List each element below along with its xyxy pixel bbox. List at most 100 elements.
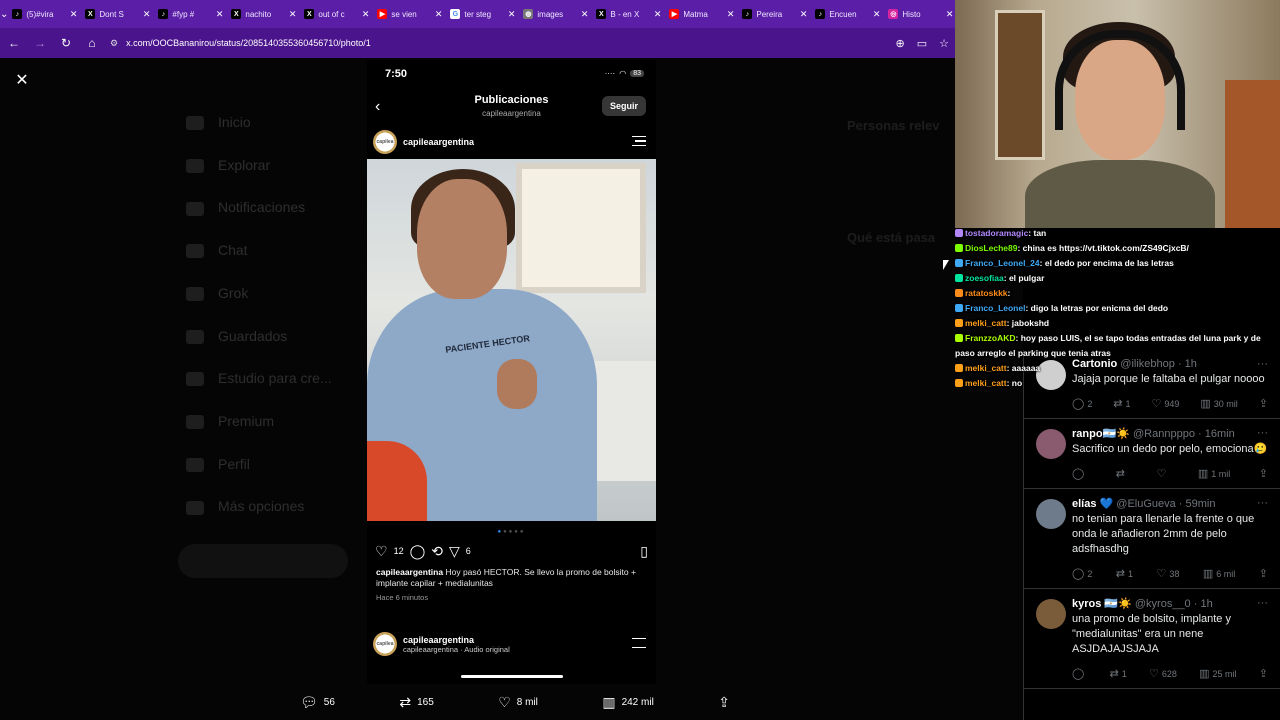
chat-message: china es https://vt.tiktok.com/ZS49CjxcB… [1022,243,1189,253]
ig-next-post-account: capilea capileaargentina capileaargentin… [373,632,510,656]
background-nav-item: Grok [186,284,249,302]
browser-tab[interactable]: ▶ se vien ✕ [373,3,446,25]
reply-item[interactable]: kyros 🇦🇷☀️ @kyros__0 · 1h ··· una promo … [1024,589,1280,689]
share-icon: ⇪ [1258,468,1268,480]
reply-views-button[interactable]: ▥ 30 mil [1200,397,1237,410]
tab-close-icon[interactable]: ✕ [70,9,78,20]
reply-repost-button[interactable]: ⇄ 1 [1110,667,1127,680]
reply-share-button[interactable]: ⇪ [1259,467,1268,480]
reply-repost-button[interactable]: ⇄ 1 [1113,397,1130,410]
tab-close-icon[interactable]: ✕ [508,9,516,20]
reply-views-button[interactable]: ▥ 25 mil [1199,667,1236,680]
reply-item[interactable]: ranpo🇦🇷☀️ @Rannpppo · 16min ··· Sacrific… [1024,419,1280,489]
url-field[interactable]: ⚙ x.com/OOCBananirou/status/208514035536… [110,38,886,49]
browser-tab[interactable]: ♪ (5)#vira ✕ [8,3,81,25]
chat-user: DiosLeche89 [965,243,1018,253]
reply-reply-button[interactable]: ◯ 2 [1072,397,1092,410]
avatar[interactable] [1036,599,1066,629]
tab-close-icon[interactable]: ✕ [362,9,370,20]
views-button[interactable]: ▥ 242 mil [602,694,653,711]
tab-close-icon[interactable]: ✕ [800,9,808,20]
tab-close-icon[interactable]: ✕ [946,9,954,20]
tab-close-icon[interactable]: ✕ [654,9,662,20]
browser-tab[interactable]: Gter steg ✕ [446,3,519,25]
close-icon[interactable]: ✕ [12,70,32,90]
chat-badge-icon [955,244,963,252]
signal-icon: ···· [604,69,616,78]
tab-title: Encuen [829,9,857,19]
reply-item[interactable]: elías 💙 @EluGueva · 59min ··· no tenian … [1024,489,1280,589]
browser-tab[interactable]: X Dont S ✕ [81,3,154,25]
reply-like-button[interactable]: ♡ 628 [1149,667,1177,680]
nav-item-label: Chat [218,242,248,259]
reply-share-button[interactable]: ⇪ [1259,667,1268,680]
reply-repost-button[interactable]: ⇄ 1 [1116,567,1133,580]
tab-close-icon[interactable]: ✕ [289,9,297,20]
reply-like-button[interactable]: ♡ 949 [1152,397,1180,410]
browser-tab[interactable]: ◎ Histo ✕ [884,3,955,25]
browser-tab[interactable]: ♪ Pereira ✕ [738,3,811,25]
reply-share-button[interactable]: ⇪ [1259,397,1268,410]
reply-views-button[interactable]: ▥ 1 mil [1198,467,1230,480]
reply-reply-button[interactable]: ◯ [1072,467,1087,480]
tab-title: se vien [391,9,417,19]
more-icon[interactable]: ··· [1257,427,1268,439]
reply-reply-button[interactable]: ◯ 2 [1072,567,1092,580]
reload-icon[interactable]: ↻ [58,35,74,51]
more-icon[interactable]: ··· [1257,597,1268,609]
chat-line: ratatoskkk: [955,286,1280,301]
repost-button[interactable]: ⇄ 165 [399,694,433,711]
url-text: x.com/OOCBananirou/status/20851403553604… [126,38,371,48]
nav-item-icon [186,457,204,472]
reply-button[interactable]: 💬︎ 56 [300,694,335,711]
chat-badge-icon [955,259,963,267]
tab-close-icon[interactable]: ✕ [143,9,151,20]
bookmark-star-icon[interactable]: ☆ [939,37,949,50]
forward-icon[interactable]: → [32,35,48,51]
reply-author[interactable]: ranpo🇦🇷☀️ [1072,428,1130,440]
browser-tab[interactable]: Xnachito ✕ [227,3,300,25]
reply-author[interactable]: elías 💙 [1072,498,1113,510]
browser-tab[interactable]: ▶ Matma ✕ [665,3,738,25]
repost-icon: ⇄ [1113,398,1123,410]
reply-like-button[interactable]: ♡ [1157,467,1170,480]
nav-item-label: Grok [218,284,249,301]
browser-tab[interactable]: ◍ images ✕ [519,3,592,25]
reply-repost-button[interactable]: ⇄ [1116,467,1128,480]
share-button[interactable]: ⇪ [718,694,730,711]
reply-author[interactable]: kyros 🇦🇷☀️ [1072,598,1132,610]
nav-item-label: Notificaciones [218,199,306,216]
like-button[interactable]: ♡ 8 mil [498,694,538,711]
cast-icon[interactable]: ▭ [917,37,927,50]
avatar[interactable] [1036,499,1066,529]
share-icon: ⇪ [1258,568,1268,580]
reply-text: una promo de bolsito, implante y "medial… [1072,613,1231,655]
tab-close-icon[interactable]: ✕ [216,9,224,20]
zoom-icon[interactable]: ⊕ [896,37,905,50]
tab-close-icon[interactable]: ✕ [435,9,443,20]
reply-views-button[interactable]: ▥ 6 mil [1203,567,1235,580]
tab-title: Pereira [756,9,783,19]
home-icon[interactable]: ⌂ [84,35,100,51]
share-icon: ⇪ [718,693,730,710]
reply-reply-button[interactable]: ◯ [1072,667,1087,680]
avatar[interactable] [1036,429,1066,459]
browser-tab[interactable]: ♪ #fyp # ✕ [154,3,227,25]
tab-list-menu-icon[interactable]: ⌄ [0,0,8,28]
browser-tab[interactable]: XB - en X ✕ [592,3,665,25]
chat-user: melki_catt [965,318,1007,328]
reply-like-button[interactable]: ♡ 38 [1157,567,1180,580]
tab-close-icon[interactable]: ✕ [873,9,881,20]
browser-tab[interactable]: Xout of c ✕ [300,3,373,25]
tab-close-icon[interactable]: ✕ [581,9,589,20]
browser-tab[interactable]: ♪ Encuen ✕ [811,3,884,25]
chat-user: melki_catt [965,378,1007,388]
site-info-icon[interactable]: ⚙ [110,38,118,49]
more-icon[interactable]: ··· [1257,497,1268,509]
back-icon[interactable]: ← [6,35,22,51]
chat-user: Franco_Leonel [965,303,1026,313]
tab-close-icon[interactable]: ✕ [727,9,735,20]
ghost-sidebar-heading-2: Qué está pasa [847,230,936,245]
background-nav-item: Chat [186,242,248,259]
reply-share-button[interactable]: ⇪ [1259,567,1268,580]
